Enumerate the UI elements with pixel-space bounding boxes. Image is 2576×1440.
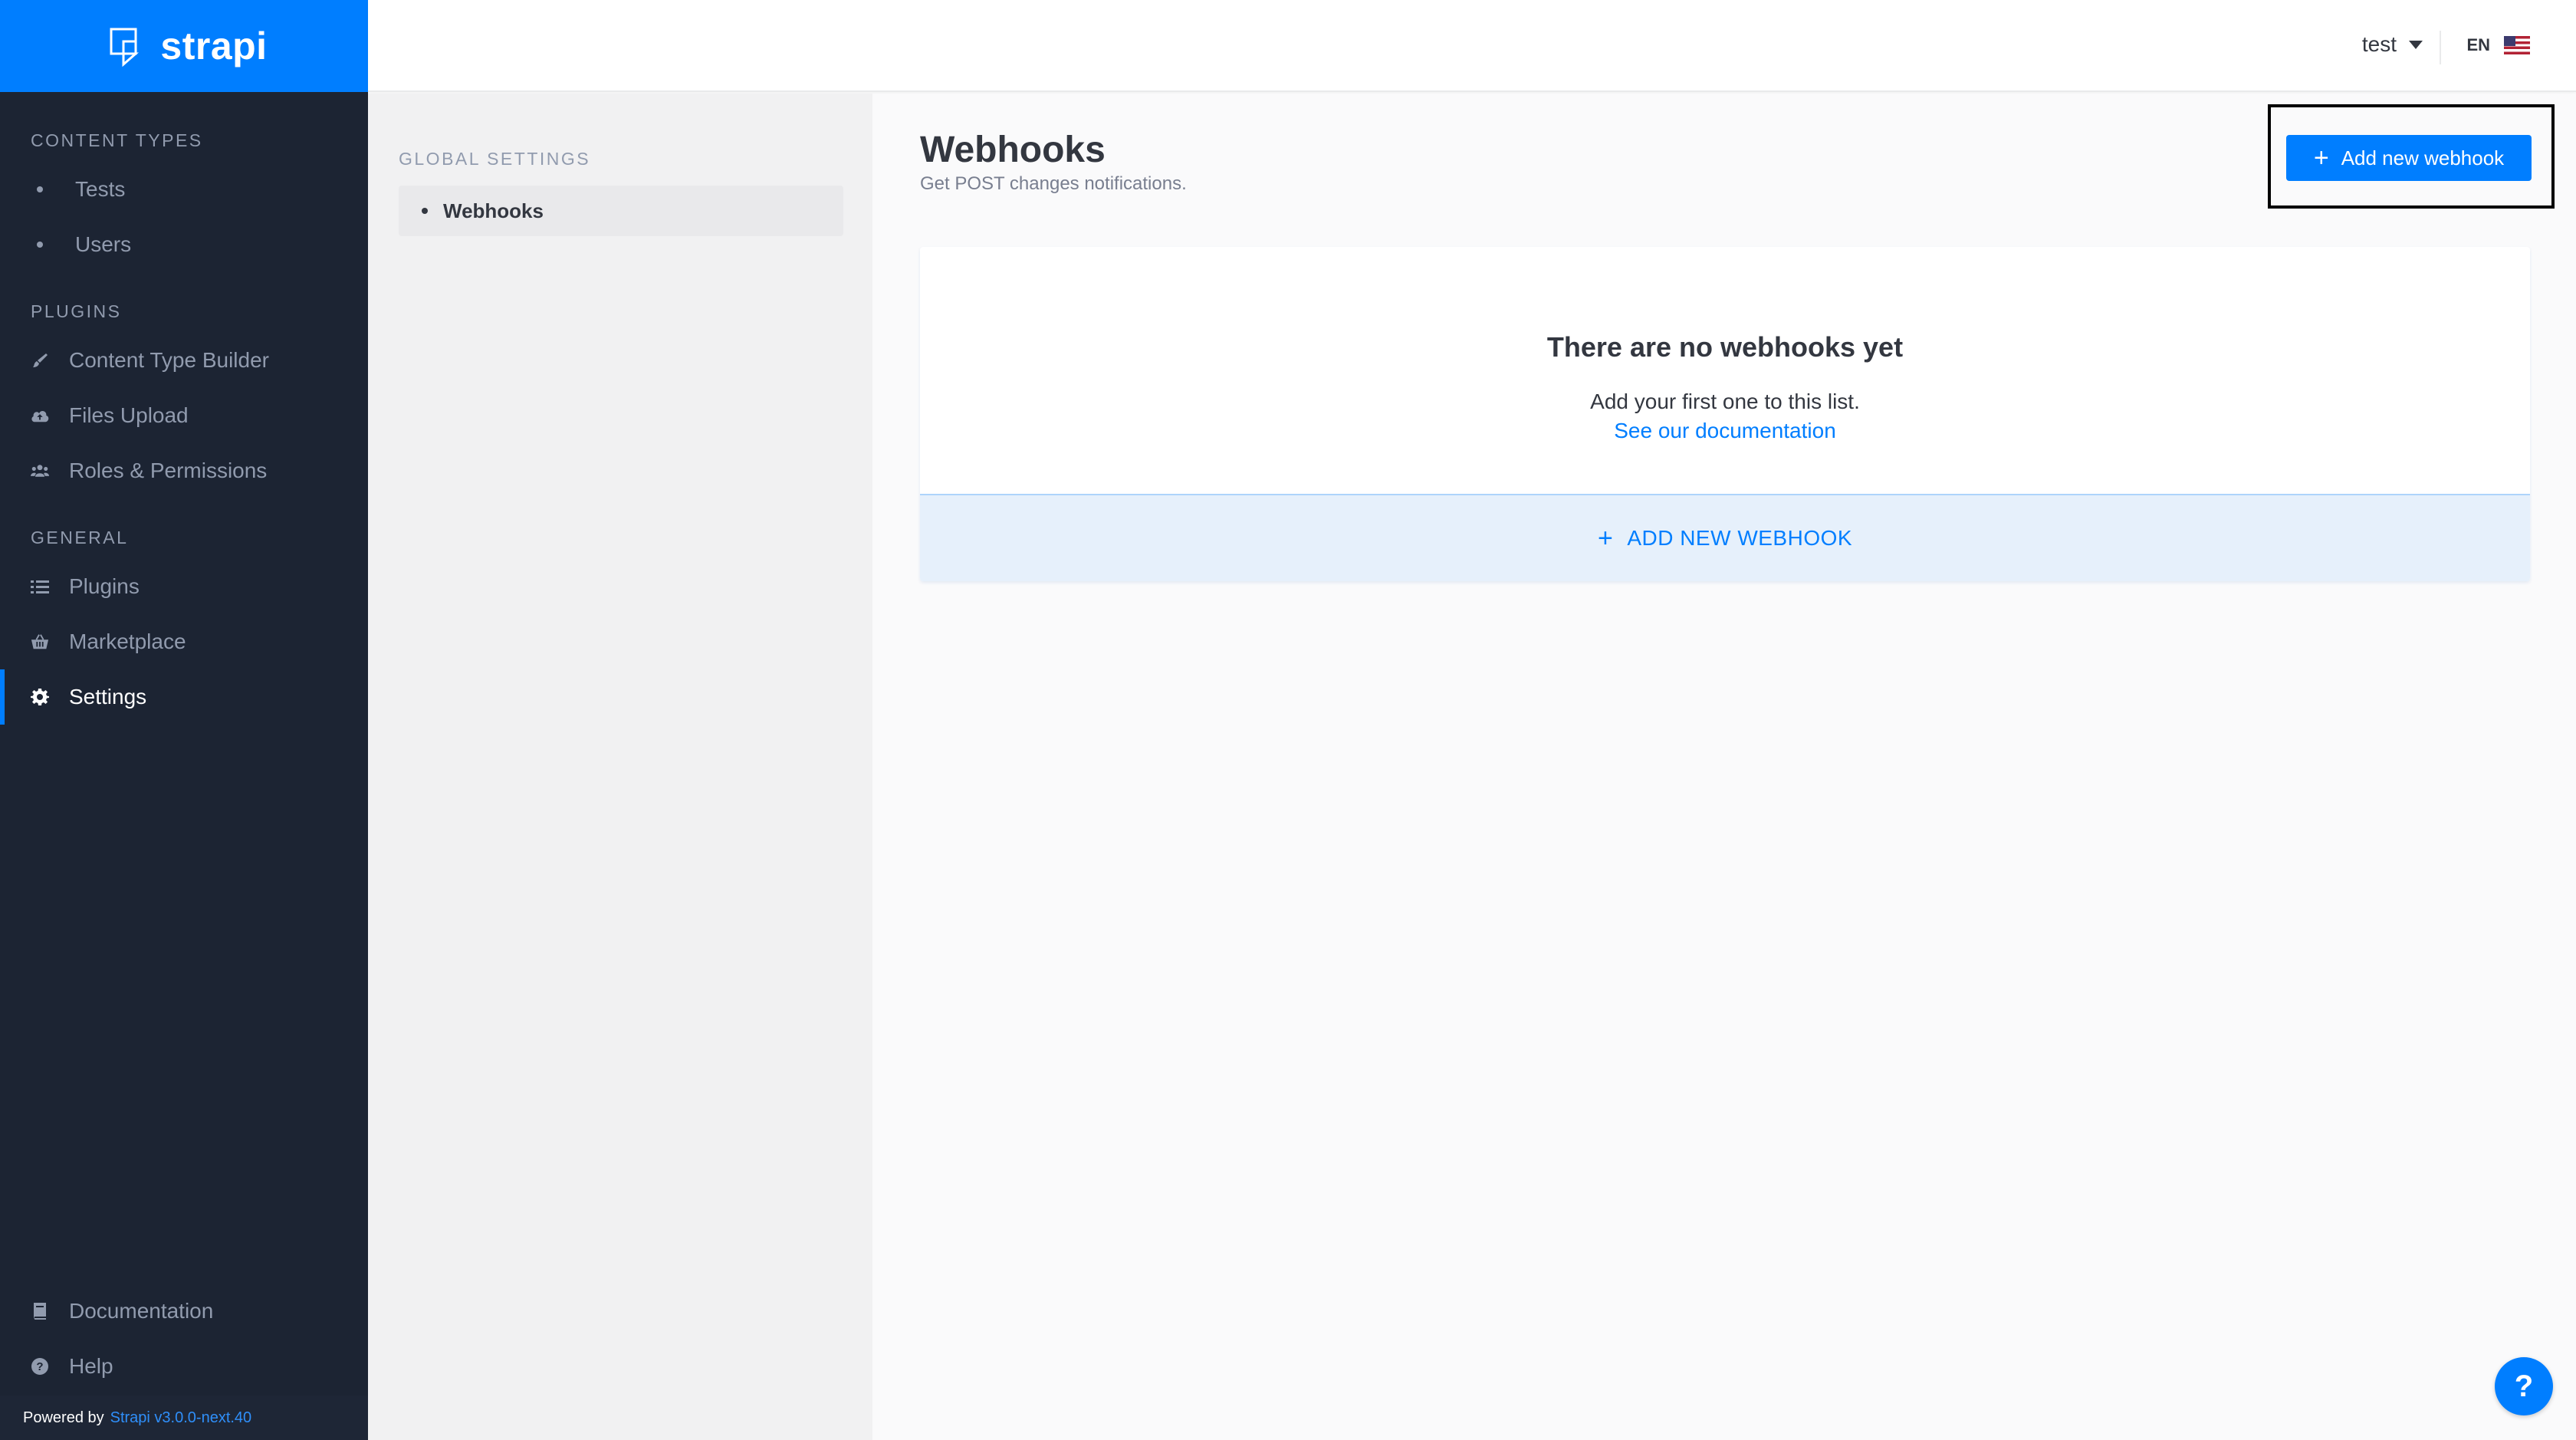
sidebar-item-documentation[interactable]: Documentation [0,1284,368,1339]
cloud-upload-icon [31,406,49,425]
sidebar-item-content-type-builder[interactable]: Content Type Builder [0,333,368,388]
paint-brush-icon [31,351,49,370]
sidebar-item-label: Files Upload [69,403,189,427]
sidebar-item-label: Content Type Builder [69,348,269,372]
basket-icon [31,633,49,651]
plus-icon: + [2313,143,2329,173]
sidebar-item-files-upload[interactable]: Files Upload [0,388,368,443]
question-circle-icon: ? [31,1357,49,1376]
main-content: Webhooks Get POST changes notifications.… [872,94,2576,1440]
user-menu[interactable]: test [2362,32,2423,57]
powered-by-text: Powered by [23,1409,104,1426]
left-sidebar: strapi CONTENT TYPES Tests Users PLUGINS… [0,0,368,1440]
svg-text:?: ? [36,1360,43,1373]
sidebar-item-label: Users [75,232,132,256]
page-description: Get POST changes notifications. [920,173,1187,194]
sidebar-item-label: Help [69,1354,113,1378]
plus-icon: + [1597,524,1614,553]
section-title-content-types: CONTENT TYPES [31,130,203,150]
users-icon [31,462,49,480]
subnav-item-label: Webhooks [443,199,544,222]
subnav-item-webhooks[interactable]: Webhooks [399,186,843,236]
bullet-icon [422,208,428,214]
sidebar-item-tests[interactable]: Tests [0,162,368,217]
sidebar-item-users[interactable]: Users [0,217,368,272]
sidebar-item-label: Plugins [69,574,140,598]
empty-state-title: There are no webhooks yet [1546,331,1904,363]
sidebar-item-label: Documentation [69,1299,214,1323]
empty-state-card: There are no webhooks yet Add your first… [920,247,2530,581]
sidebar-item-settings[interactable]: Settings [0,669,368,725]
bullet-icon [37,186,43,192]
sidebar-item-marketplace[interactable]: Marketplace [0,614,368,669]
gear-icon [31,688,49,706]
language-code: EN [2466,35,2490,54]
list-icon [31,577,49,596]
sidebar-item-roles-permissions[interactable]: Roles & Permissions [0,443,368,498]
sidebar-item-help[interactable]: ? Help [0,1339,368,1394]
caret-down-icon [2409,40,2423,49]
sidebar-item-label: Tests [75,177,126,201]
sidebar-item-plugins[interactable]: Plugins [0,559,368,614]
footer-button-label: ADD NEW WEBHOOK [1627,526,1853,550]
empty-state-text: Add your first one to this list. [1590,390,1860,413]
help-floating-button[interactable]: ? [2495,1357,2553,1415]
bullet-icon [37,242,43,248]
sidebar-item-label: Settings [69,685,147,708]
subnav-section-title: GLOBAL SETTINGS [399,149,591,169]
language-selector[interactable]: EN [2466,35,2530,55]
add-new-webhook-footer-button[interactable]: + ADD NEW WEBHOOK [920,494,2530,581]
header-divider [2440,31,2441,64]
strapi-version-link[interactable]: Strapi v3.0.0-next.40 [110,1409,252,1427]
add-new-webhook-label: Add new webhook [2341,146,2505,169]
brand-name: strapi [160,25,268,67]
sidebar-item-label: Marketplace [69,630,186,653]
us-flag-icon [2504,36,2530,54]
page-title: Webhooks [920,130,1106,170]
brand-logo[interactable]: strapi [0,0,368,92]
section-title-plugins: PLUGINS [31,301,122,321]
powered-by-footer: Powered by Strapi v3.0.0-next.40 [0,1396,368,1440]
add-new-webhook-button[interactable]: + Add new webhook [2286,135,2532,181]
section-title-general: GENERAL [31,528,129,547]
book-icon [31,1302,49,1320]
strapi-logo-icon [110,28,140,67]
settings-subnav: GLOBAL SETTINGS Webhooks [368,94,872,1440]
documentation-link[interactable]: See our documentation [920,419,2530,443]
top-header: test EN [368,0,2576,92]
user-name: test [2361,32,2397,56]
sidebar-item-label: Roles & Permissions [69,459,268,482]
